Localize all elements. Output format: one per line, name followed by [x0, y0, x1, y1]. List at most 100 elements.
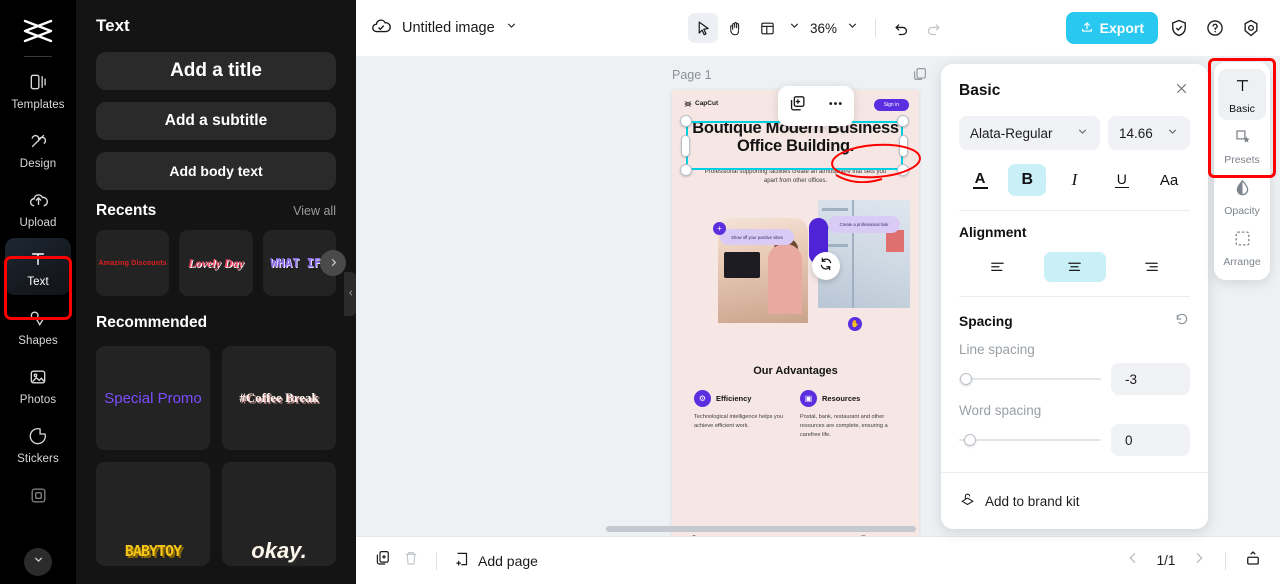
select-tool-button[interactable]: [687, 13, 718, 43]
sidebar-item-shapes[interactable]: Shapes: [5, 297, 71, 354]
left-nav-rail: Templates Design Upload Text Shapes Phot…: [0, 0, 76, 584]
add-title-button[interactable]: Add a title: [96, 52, 336, 90]
photos-icon: [26, 365, 50, 389]
list-item[interactable]: Amazing Discounts: [96, 230, 170, 296]
add-to-brand-kit-button[interactable]: Add to brand kit: [959, 491, 1080, 511]
horizontal-scrollbar[interactable]: [606, 526, 916, 532]
sidebar-item-stickers[interactable]: Stickers: [5, 415, 71, 472]
poster-brand-label: CapCut: [695, 100, 719, 107]
document-title[interactable]: Untitled image: [402, 20, 495, 36]
sidebar-item-upload[interactable]: Upload: [5, 179, 71, 236]
recommended-item-label: okay.: [251, 538, 307, 563]
hand-tool-button[interactable]: [720, 13, 750, 43]
sidebar-item-design[interactable]: Design: [5, 120, 71, 177]
vrail-item-basic[interactable]: Basic: [1218, 69, 1266, 120]
vrail-item-arrange[interactable]: Arrange: [1218, 222, 1266, 273]
text-properties-panel: Basic Alata-Regular 14.66 A B I U Aa Ali…: [941, 64, 1208, 529]
list-item[interactable]: Special Promo: [96, 346, 210, 450]
slider-knob[interactable]: [960, 373, 972, 385]
align-left-button[interactable]: [967, 252, 1029, 282]
text-color-button[interactable]: A: [961, 164, 999, 196]
recents-title: Recents: [96, 202, 157, 219]
align-center-button[interactable]: [1043, 252, 1106, 282]
alignment-row: [959, 252, 1190, 282]
add-body-text-button[interactable]: Add body text: [96, 152, 336, 190]
font-family-select[interactable]: Alata-Regular: [959, 116, 1100, 150]
redo-button[interactable]: [918, 13, 948, 43]
sidebar-item-label: Stickers: [17, 453, 59, 465]
question-circle-icon[interactable]: [1200, 13, 1230, 43]
word-spacing-slider[interactable]: [959, 434, 1101, 446]
vrail-item-label: Basic: [1229, 103, 1255, 115]
sidebar-item-text[interactable]: Text: [5, 238, 71, 295]
list-item[interactable]: okay.: [222, 462, 336, 566]
zoom-caret-icon[interactable]: [842, 19, 865, 37]
export-button[interactable]: Export: [1065, 12, 1158, 44]
gear-badge-icon: ⚙: [694, 390, 711, 407]
next-page-button[interactable]: [1191, 550, 1207, 571]
zoom-level-value[interactable]: 36%: [807, 21, 840, 36]
undo-button[interactable]: [886, 13, 916, 43]
list-item[interactable]: Lovely Day: [179, 230, 253, 296]
line-spacing-slider[interactable]: [959, 373, 1101, 385]
reset-icon[interactable]: [1174, 311, 1190, 332]
list-item[interactable]: BABYTOY: [96, 462, 210, 566]
recent-item-label: Lovely Day: [188, 255, 244, 270]
more-horizontal-icon[interactable]: [826, 94, 845, 118]
page-indicator: 1/1: [1156, 553, 1176, 568]
shield-check-icon[interactable]: [1164, 13, 1194, 43]
recommended-header: Recommended: [96, 314, 336, 332]
sidebar-item-frames[interactable]: [5, 474, 71, 519]
add-subtitle-button[interactable]: Add a subtitle: [96, 102, 336, 140]
align-right-button[interactable]: [1121, 252, 1183, 282]
duplicate-icon[interactable]: [788, 94, 807, 118]
rotate-handle-button[interactable]: [812, 252, 840, 280]
vrail-item-opacity[interactable]: Opacity: [1218, 171, 1266, 222]
vrail-item-label: Opacity: [1224, 205, 1260, 217]
close-icon[interactable]: [1173, 80, 1190, 102]
word-spacing-input[interactable]: 0: [1111, 424, 1190, 456]
line-spacing-input[interactable]: -3: [1111, 363, 1190, 395]
trash-icon[interactable]: [402, 549, 420, 572]
word-spacing-row: 0: [959, 424, 1190, 456]
font-size-select[interactable]: 14.66: [1108, 116, 1190, 150]
poster-document[interactable]: CapCut Sign in Boutique Modern Business …: [672, 90, 919, 536]
panel-collapse-handle[interactable]: [344, 272, 356, 316]
layout-tool-button[interactable]: [752, 13, 782, 43]
bottom-toolbar: Add page 1/1: [356, 536, 1280, 584]
slider-knob[interactable]: [964, 434, 976, 446]
chevron-down-icon[interactable]: [505, 19, 518, 37]
duplicate-page-icon[interactable]: [912, 66, 928, 87]
sidebar-item-photos[interactable]: Photos: [5, 356, 71, 413]
cloud-check-icon[interactable]: [370, 15, 392, 42]
capcut-logo-icon[interactable]: [18, 16, 58, 46]
underline-button[interactable]: U: [1103, 164, 1141, 196]
right-tool-rail: Basic Presets Opacity Arrange: [1214, 62, 1270, 280]
text-case-button[interactable]: Aa: [1150, 164, 1188, 196]
text-basic-icon: [1233, 76, 1252, 100]
divider: [959, 210, 1190, 211]
recents-view-all-link[interactable]: View all: [293, 204, 336, 218]
duplicate-page-icon[interactable]: [374, 549, 392, 572]
sidebar-item-label: Photos: [19, 394, 57, 406]
line-spacing-row: -3: [959, 363, 1190, 395]
rail-collapse-button[interactable]: [24, 548, 52, 576]
grid-badge-icon: ▣: [800, 390, 817, 407]
italic-button[interactable]: I: [1056, 164, 1094, 196]
chevron-down-icon: [1166, 125, 1179, 141]
gear-icon[interactable]: [1236, 13, 1266, 43]
spacing-header: Spacing: [959, 311, 1190, 332]
poster-plus-dot-icon: +: [713, 222, 726, 235]
bold-button[interactable]: B: [1008, 164, 1047, 196]
layout-caret-icon[interactable]: [784, 19, 805, 37]
prev-page-button[interactable]: [1125, 550, 1141, 571]
expand-panel-icon[interactable]: [1244, 549, 1262, 572]
recents-next-button[interactable]: [320, 250, 346, 276]
vrail-item-presets[interactable]: Presets: [1218, 120, 1266, 171]
sidebar-item-label: Text: [27, 276, 49, 288]
add-page-button[interactable]: Add page: [453, 550, 538, 571]
alignment-title: Alignment: [959, 225, 1027, 240]
vrail-item-label: Arrange: [1223, 256, 1261, 268]
sidebar-item-templates[interactable]: Templates: [5, 61, 71, 118]
list-item[interactable]: #Coffee Break: [222, 346, 336, 450]
